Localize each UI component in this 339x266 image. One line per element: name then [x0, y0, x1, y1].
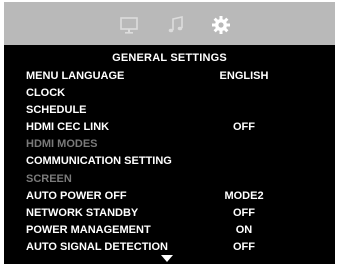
menu-item-auto-signal-detection[interactable]: AUTO SIGNAL DETECTION OFF	[4, 239, 335, 256]
menu-item-label: COMMUNICATION SETTING	[26, 155, 172, 168]
menu-item-label: SCREEN	[26, 172, 72, 185]
menu-item-value: OFF	[233, 121, 255, 134]
menu-item-auto-power-off[interactable]: AUTO POWER OFF MODE2	[4, 188, 335, 205]
tab-picture[interactable]	[118, 14, 140, 36]
menu-item-value: ON	[235, 223, 253, 236]
menu-item-screen: SCREEN	[4, 171, 335, 188]
settings-list: MENU LANGUAGE ENGLISH CLOCK SCHEDULE HDMI CE…	[4, 68, 335, 256]
menu-item-label: AUTO SIGNAL DETECTION	[26, 240, 168, 253]
menu-title: GENERAL SETTINGS	[112, 52, 227, 64]
menu-item-value: MODE2	[224, 189, 264, 202]
menu-item-label: SCHEDULE	[26, 104, 87, 117]
monitor-icon	[120, 17, 138, 34]
menu-item-hdmi-modes: HDMI MODES	[4, 136, 335, 153]
menu-item-power-management[interactable]: POWER MANAGEMENT ON	[4, 222, 335, 239]
menu-item-label: HDMI CEC LINK	[26, 121, 110, 134]
gear-icon	[212, 16, 230, 34]
menu-item-clock[interactable]: CLOCK	[4, 85, 335, 102]
menu-item-label: CLOCK	[26, 87, 66, 100]
tab-general-settings[interactable]	[210, 14, 232, 36]
menu-item-label: NETWORK STANDBY	[26, 206, 139, 219]
scroll-down-arrow-icon[interactable]	[161, 255, 173, 262]
osd-menu: GENERAL SETTINGS MENU LANGUAGE ENGLISH CLO…	[4, 2, 335, 264]
menu-item-value: OFF	[233, 240, 255, 253]
tab-bar	[4, 2, 335, 45]
menu-item-value: OFF	[233, 206, 255, 219]
menu-item-label: HDMI MODES	[26, 138, 98, 151]
menu-item-label: MENU LANGUAGE	[26, 70, 125, 82]
menu-item-label: AUTO POWER OFF	[26, 189, 127, 202]
menu-item-label: POWER MANAGEMENT	[26, 223, 151, 236]
tab-sound[interactable]	[165, 14, 187, 36]
menu-item-schedule[interactable]: SCHEDULE	[4, 102, 335, 119]
menu-item-value: ENGLISH	[219, 70, 269, 82]
menu-item-network-standby[interactable]: NETWORK STANDBY OFF	[4, 205, 335, 222]
music-note-icon	[168, 16, 183, 33]
menu-item-communication-setting[interactable]: COMMUNICATION SETTING	[4, 153, 335, 170]
menu-item-hdmi-cec-link[interactable]: HDMI CEC LINK OFF	[4, 119, 335, 136]
menu-item-menu-language[interactable]: MENU LANGUAGE ENGLISH	[4, 68, 335, 85]
